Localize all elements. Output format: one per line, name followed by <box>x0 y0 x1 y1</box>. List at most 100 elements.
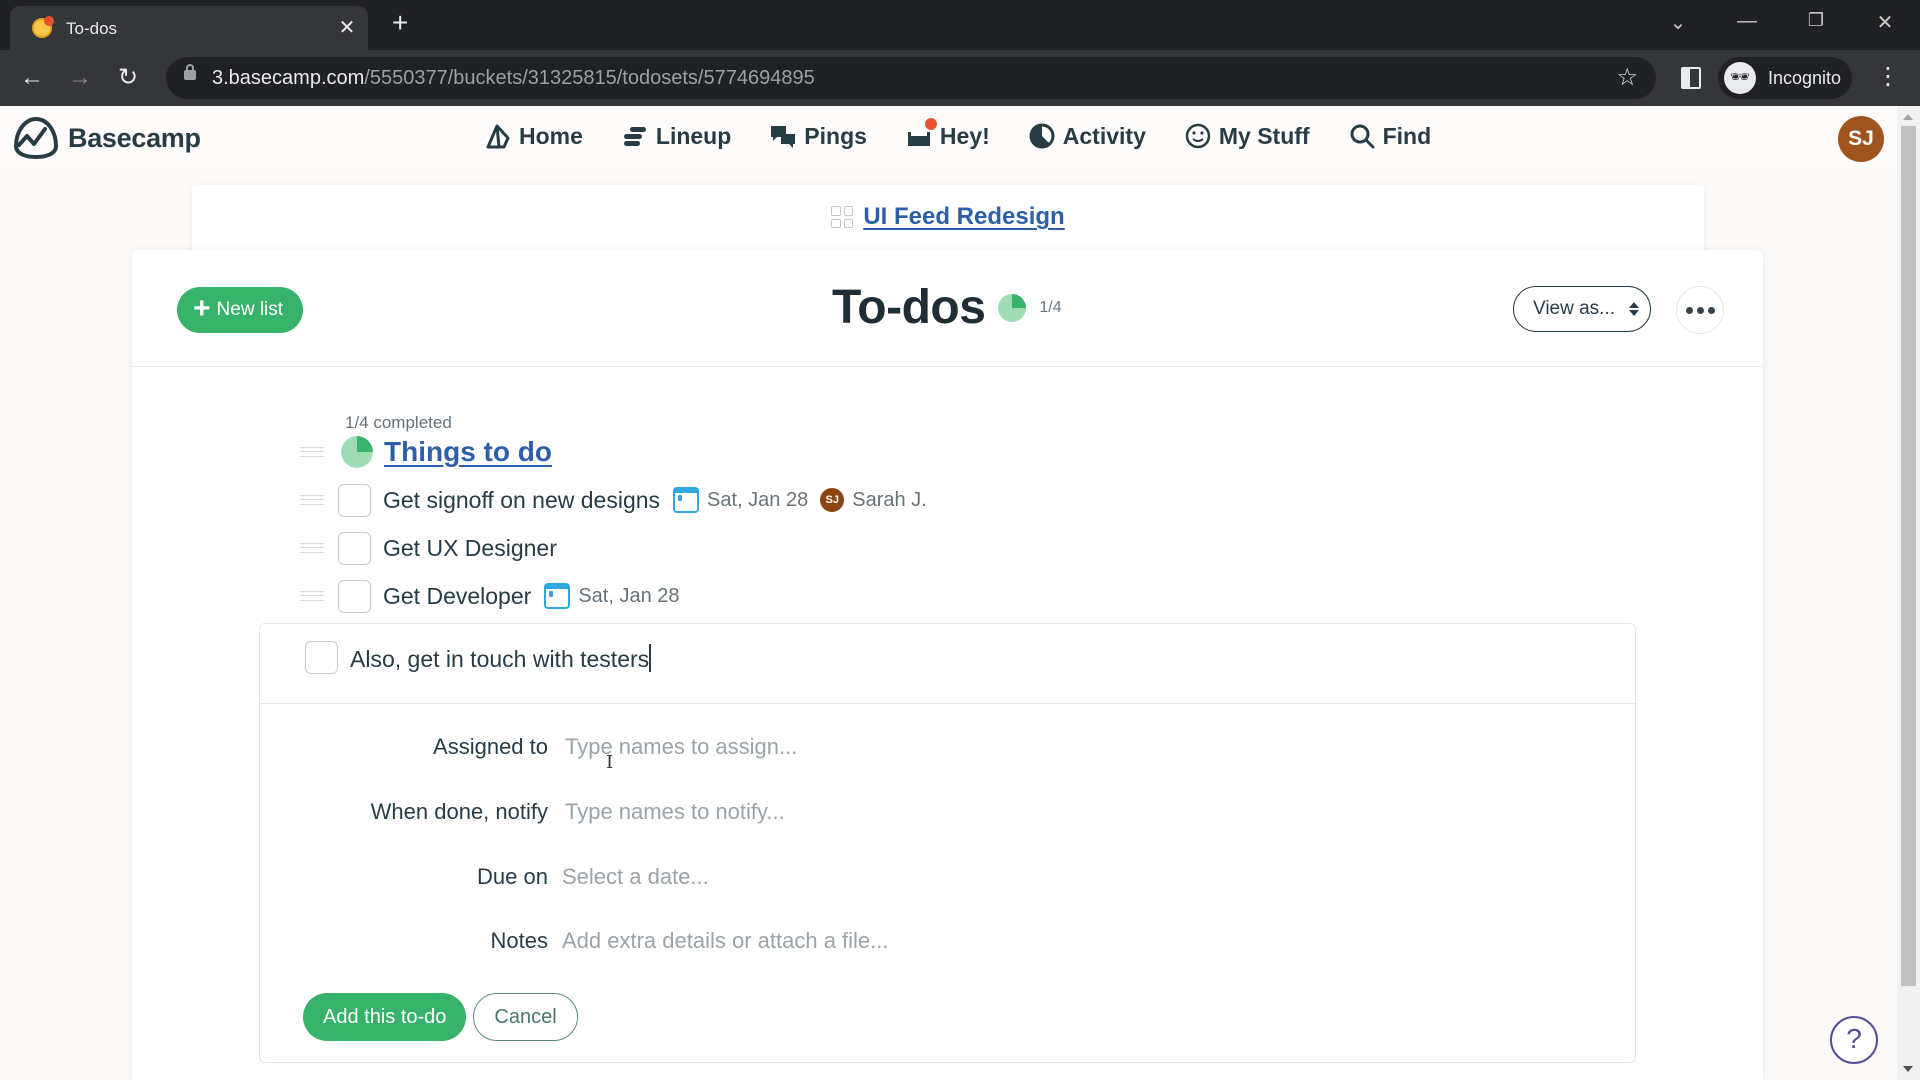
text-caret <box>649 644 651 672</box>
notes-input[interactable] <box>562 928 1462 954</box>
drag-handle-icon[interactable] <box>300 543 324 553</box>
search-icon <box>1350 124 1375 149</box>
lineup-icon <box>623 127 646 146</box>
assigned-to-row: Assigned to <box>260 734 1465 760</box>
assignee-avatar: SJ <box>820 488 845 512</box>
nav-home[interactable]: Home <box>484 122 583 150</box>
page-scrollbar[interactable] <box>1897 106 1920 1080</box>
activity-icon <box>1029 123 1055 149</box>
drag-handle-icon[interactable] <box>300 447 324 457</box>
todo-checkbox[interactable] <box>338 579 371 613</box>
view-as-select[interactable]: View as... <box>1513 286 1651 332</box>
address-bar[interactable]: 3.basecamp.com/5550377/buckets/31325815/… <box>166 57 1656 99</box>
calendar-icon <box>544 583 571 609</box>
nav-my-stuff[interactable]: My Stuff <box>1184 122 1310 150</box>
more-options-button[interactable] <box>1676 286 1724 334</box>
brand-name: Basecamp <box>68 122 201 153</box>
todo-meta: Sat, Jan 28 SJ Sarah J. <box>673 487 927 513</box>
home-icon <box>486 124 510 149</box>
user-avatar[interactable]: SJ <box>1838 116 1884 162</box>
todo-checkbox[interactable] <box>338 531 371 565</box>
nav-activity[interactable]: Activity <box>1028 122 1146 150</box>
notify-input[interactable] <box>565 799 1465 825</box>
side-panel-icon[interactable] <box>1681 67 1701 89</box>
list-completed-count: 1/4 completed <box>345 413 452 432</box>
assigned-to-label: Assigned to <box>433 734 548 759</box>
browser-tab-bar: To-dos ✕ + ⌄ — ❐ ✕ <box>0 0 1920 50</box>
drag-handle-icon[interactable] <box>300 591 324 601</box>
new-list-button[interactable]: + New list <box>177 287 304 333</box>
list-progress-pie-icon <box>341 436 373 468</box>
browser-menu-icon[interactable]: ⋮ <box>1876 62 1900 91</box>
todo-text[interactable]: Get Developer <box>383 583 531 610</box>
pie-completed <box>1012 293 1027 308</box>
add-todo-button[interactable]: Add this to-do <box>303 993 467 1041</box>
todo-item: Get signoff on new designs Sat, Jan 28 S… <box>300 482 927 518</box>
due-on-input[interactable] <box>562 864 1462 890</box>
notes-label: Notes <box>490 928 548 953</box>
notify-row: When done, notify <box>260 799 1465 825</box>
plus-icon: + <box>193 291 211 325</box>
browser-toolbar: ← → ↻ 3.basecamp.com/5550377/buckets/313… <box>0 50 1920 106</box>
form-actions: Add this to-do Cancel <box>303 993 578 1041</box>
list-title[interactable]: Things to do <box>384 436 552 468</box>
browser-tab[interactable]: To-dos ✕ <box>10 6 368 50</box>
new-todo-input[interactable]: Also, get in touch with testers <box>350 644 1550 673</box>
todos-card: + New list To-dos 1/4 View as... 1/4 com… <box>132 250 1763 1080</box>
assigned-to-input[interactable] <box>565 734 1465 760</box>
new-todo-header: Also, get in touch with testers <box>260 624 1635 704</box>
todo-meta: Sat, Jan 28 <box>544 583 680 609</box>
notify-label: When done, notify <box>370 799 548 824</box>
close-tab-icon[interactable]: ✕ <box>335 15 359 40</box>
url-text: 3.basecamp.com/5550377/buckets/31325815/… <box>212 67 815 89</box>
basecamp-logo-icon <box>13 116 59 160</box>
todo-checkbox[interactable] <box>338 483 371 517</box>
nav-find[interactable]: Find <box>1348 122 1431 150</box>
notes-row: Notes <box>260 928 1462 954</box>
main-nav: Home Lineup Pings Hey! Activity My Stuff… <box>484 118 1431 150</box>
basecamp-logo[interactable]: Basecamp <box>12 116 201 160</box>
app-header: Basecamp Home Lineup Pings Hey! Activity… <box>0 106 1897 170</box>
close-window-icon[interactable]: ✕ <box>1865 10 1905 35</box>
due-on-row: Due on <box>260 864 1462 890</box>
pings-icon <box>771 126 796 148</box>
scroll-down-arrow-icon[interactable] <box>1903 1066 1913 1072</box>
scroll-thumb[interactable] <box>1901 126 1916 986</box>
minimize-icon[interactable]: — <box>1727 10 1767 33</box>
nav-hey[interactable]: Hey! <box>905 118 990 150</box>
new-todo-checkbox[interactable] <box>305 641 338 674</box>
forward-icon[interactable]: → <box>64 62 96 94</box>
assignee-name: Sarah J. <box>852 488 927 511</box>
tab-search-chevron-icon[interactable]: ⌄ <box>1658 10 1698 35</box>
back-icon[interactable]: ← <box>16 62 48 94</box>
mouse-ibeam-cursor: I <box>606 752 614 773</box>
due-date: Sat, Jan 28 <box>707 488 809 511</box>
todo-item: Get UX Designer <box>300 530 557 566</box>
todo-text[interactable]: Get UX Designer <box>383 535 557 562</box>
calendar-icon <box>673 487 700 513</box>
incognito-profile[interactable]: 🕶 Incognito <box>1718 57 1852 99</box>
cancel-button[interactable]: Cancel <box>473 993 578 1041</box>
due-on-label: Due on <box>477 864 548 889</box>
restore-icon[interactable]: ❐ <box>1796 10 1836 31</box>
project-link[interactable]: UI Feed Redesign <box>863 203 1064 231</box>
new-tab-button[interactable]: + <box>392 8 408 38</box>
help-button[interactable]: ? <box>1830 1016 1878 1064</box>
nav-lineup[interactable]: Lineup <box>621 122 731 150</box>
todo-item: Get Developer Sat, Jan 28 <box>300 578 680 614</box>
nav-pings[interactable]: Pings <box>769 122 867 150</box>
incognito-label: Incognito <box>1768 68 1842 88</box>
reload-icon[interactable]: ↻ <box>112 62 144 94</box>
drag-handle-icon[interactable] <box>300 495 324 505</box>
basecamp-favicon-icon <box>32 16 54 38</box>
due-date: Sat, Jan 28 <box>578 584 680 607</box>
scroll-up-arrow-icon[interactable] <box>1903 114 1913 120</box>
progress-pie-icon <box>998 293 1027 322</box>
page-title-group: To-dos 1/4 <box>832 280 1062 335</box>
project-grid-icon <box>831 206 854 228</box>
new-todo-form: Also, get in touch with testers Assigned… <box>259 623 1636 1063</box>
incognito-icon: 🕶 <box>1724 62 1756 94</box>
bookmark-star-icon[interactable]: ☆ <box>1616 63 1638 92</box>
todo-text[interactable]: Get signoff on new designs <box>383 487 660 514</box>
progress-ratio: 1/4 <box>1039 298 1062 316</box>
